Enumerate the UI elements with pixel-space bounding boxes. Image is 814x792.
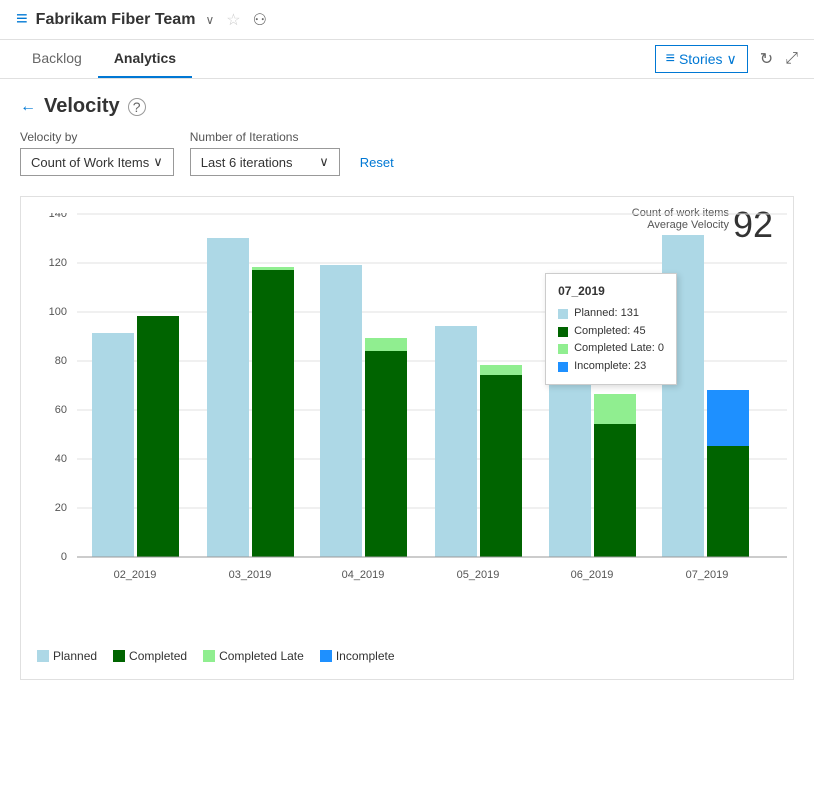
svg-text:100: 100 [49, 306, 67, 318]
page-title: Velocity [44, 95, 120, 118]
refresh-button[interactable]: ↻ [760, 49, 773, 69]
bar-completed-1 [252, 270, 294, 557]
svg-text:05_2019: 05_2019 [457, 569, 500, 581]
legend-completed-label: Completed [129, 649, 187, 663]
help-icon[interactable]: ? [128, 98, 146, 116]
bar-late-2 [365, 338, 407, 351]
chart-tooltip: 07_2019 Planned: 131 Completed: 45 Compl… [545, 273, 677, 385]
svg-text:0: 0 [61, 551, 67, 563]
svg-text:60: 60 [55, 404, 67, 416]
main-content: ← Velocity ? Velocity by Count of Work I… [0, 79, 814, 696]
tooltip-planned-dot [558, 309, 568, 319]
svg-text:02_2019: 02_2019 [114, 569, 157, 581]
svg-text:40: 40 [55, 453, 67, 465]
legend-planned-dot [37, 650, 49, 662]
stories-chevron-icon: ∨ [727, 51, 737, 68]
bar-completed-5 [707, 446, 749, 557]
legend-incomplete: Incomplete [320, 649, 395, 663]
reset-button[interactable]: Reset [356, 149, 398, 176]
app-header: ≡ Fabrikam Fiber Team ∨ ☆ ⚇ [0, 0, 814, 40]
team-chevron-icon[interactable]: ∨ [205, 13, 214, 27]
bar-late-4 [594, 394, 636, 424]
tooltip-row-planned: Planned: 131 [558, 305, 664, 323]
nav-tabs: Backlog Analytics [16, 40, 192, 78]
nav-right: ≡ Stories ∨ ↻ ⤢ [655, 45, 798, 73]
tooltip-late-label: Completed Late: 0 [574, 340, 664, 358]
bar-completed-0 [137, 316, 179, 557]
iterations-chevron-icon: ∨ [319, 154, 329, 170]
bar-planned-1 [207, 238, 249, 557]
velocity-by-filter: Velocity by Count of Work Items ∨ [20, 130, 174, 176]
svg-text:03_2019: 03_2019 [229, 569, 272, 581]
stories-label: Stories [679, 51, 723, 67]
legend-incomplete-label: Incomplete [336, 649, 395, 663]
tooltip-row-late: Completed Late: 0 [558, 340, 664, 358]
chart-svg: 0 20 40 60 80 100 120 140 02_2019 [37, 213, 797, 613]
bar-incomplete-5 [707, 390, 749, 446]
svg-text:06_2019: 06_2019 [571, 569, 614, 581]
bar-planned-2 [320, 265, 362, 557]
tab-analytics[interactable]: Analytics [98, 40, 192, 78]
stories-button[interactable]: ≡ Stories ∨ [655, 45, 748, 73]
chart-legend: Planned Completed Completed Late Incompl… [37, 641, 777, 663]
chart-svg-container: 0 20 40 60 80 100 120 140 02_2019 [37, 213, 777, 633]
favorite-icon[interactable]: ☆ [226, 10, 240, 30]
velocity-by-label: Velocity by [20, 130, 174, 144]
tooltip-incomplete-label: Incomplete: 23 [574, 358, 646, 376]
tab-backlog[interactable]: Backlog [16, 40, 98, 78]
tooltip-incomplete-dot [558, 362, 568, 372]
svg-text:20: 20 [55, 502, 67, 514]
back-button[interactable]: ← [20, 98, 36, 116]
legend-planned-label: Planned [53, 649, 97, 663]
bar-completed-4 [594, 424, 636, 557]
nav-bar: Backlog Analytics ≡ Stories ∨ ↻ ⤢ [0, 40, 814, 79]
bar-completed-3 [480, 375, 522, 557]
people-icon[interactable]: ⚇ [253, 10, 267, 30]
legend-completed: Completed [113, 649, 187, 663]
svg-text:04_2019: 04_2019 [342, 569, 385, 581]
velocity-chart: Count of work items Average Velocity 92 [20, 196, 794, 680]
legend-incomplete-dot [320, 650, 332, 662]
velocity-by-chevron-icon: ∨ [153, 154, 163, 170]
breadcrumb: ← Velocity ? [20, 95, 794, 118]
bar-late-3 [480, 365, 522, 375]
iterations-label: Number of Iterations [190, 130, 340, 144]
tooltip-row-incomplete: Incomplete: 23 [558, 358, 664, 376]
velocity-by-select[interactable]: Count of Work Items ∨ [20, 148, 174, 176]
tooltip-row-completed: Completed: 45 [558, 323, 664, 341]
filters-bar: Velocity by Count of Work Items ∨ Number… [20, 130, 794, 176]
tooltip-completed-label: Completed: 45 [574, 323, 646, 341]
expand-button[interactable]: ⤢ [785, 50, 798, 68]
velocity-by-value: Count of Work Items [31, 155, 149, 170]
app-icon: ≡ [16, 8, 28, 31]
iterations-value: Last 6 iterations [201, 155, 293, 170]
legend-planned: Planned [37, 649, 97, 663]
bar-completed-2 [365, 351, 407, 557]
tooltip-planned-label: Planned: 131 [574, 305, 639, 323]
legend-completed-dot [113, 650, 125, 662]
svg-text:80: 80 [55, 355, 67, 367]
svg-text:07_2019: 07_2019 [686, 569, 729, 581]
legend-late-dot [203, 650, 215, 662]
team-name: Fabrikam Fiber Team [36, 11, 196, 29]
legend-late-label: Completed Late [219, 649, 304, 663]
tooltip-title: 07_2019 [558, 282, 664, 301]
bar-planned-0 [92, 333, 134, 557]
svg-text:120: 120 [49, 257, 67, 269]
bar-late-1 [252, 267, 294, 270]
iterations-filter: Number of Iterations Last 6 iterations ∨ [190, 130, 340, 176]
iterations-select[interactable]: Last 6 iterations ∨ [190, 148, 340, 176]
svg-text:140: 140 [49, 213, 67, 220]
bar-planned-3 [435, 326, 477, 557]
tooltip-late-dot [558, 344, 568, 354]
legend-completed-late: Completed Late [203, 649, 304, 663]
tooltip-completed-dot [558, 327, 568, 337]
